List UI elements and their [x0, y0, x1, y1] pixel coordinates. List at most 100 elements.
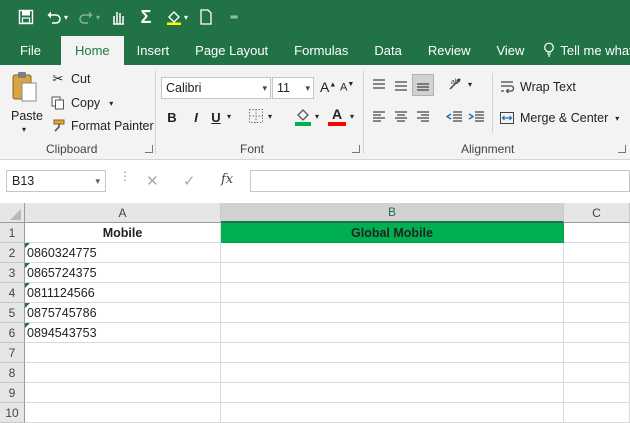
row-header[interactable]: 2 — [0, 243, 25, 263]
grow-font-icon[interactable]: A▲ — [320, 79, 336, 95]
cell-c9[interactable] — [564, 383, 630, 403]
tab-data[interactable]: Data — [361, 36, 414, 65]
align-bottom-icon[interactable] — [412, 74, 434, 96]
cell-b3[interactable] — [221, 263, 564, 283]
cell-a8[interactable] — [25, 363, 221, 383]
cell-a7[interactable] — [25, 343, 221, 363]
cell-b8[interactable] — [221, 363, 564, 383]
row-header[interactable]: 9 — [0, 383, 25, 403]
format-painter-button[interactable]: Format Painter — [50, 118, 154, 134]
bold-button[interactable]: B — [163, 110, 181, 125]
cell-a1[interactable]: Mobile — [25, 223, 221, 243]
copy-button[interactable]: Copy ▾ — [50, 95, 113, 111]
undo-dropdown-icon[interactable]: ▾ — [64, 13, 68, 22]
align-right-icon[interactable] — [415, 109, 431, 128]
tab-home[interactable]: Home — [60, 36, 124, 65]
row-header[interactable]: 4 — [0, 283, 25, 303]
cell-b2[interactable] — [221, 243, 564, 263]
increase-indent-icon[interactable] — [467, 109, 485, 128]
cell-c6[interactable] — [564, 323, 630, 343]
orientation-icon[interactable]: ab — [448, 75, 466, 96]
font-color-dropdown-icon[interactable]: ▾ — [350, 112, 354, 121]
decrease-indent-icon[interactable] — [445, 109, 463, 128]
cell-a3[interactable]: 0865724375 — [25, 263, 221, 283]
cell-b7[interactable] — [221, 343, 564, 363]
save-icon[interactable] — [14, 5, 38, 29]
font-color-button[interactable]: A — [328, 106, 346, 126]
font-size-select[interactable]: 11 ▾ — [272, 77, 314, 99]
row-header[interactable]: 6 — [0, 323, 25, 343]
tab-view[interactable]: View — [483, 36, 537, 65]
row-header[interactable]: 10 — [0, 403, 25, 423]
cell-c7[interactable] — [564, 343, 630, 363]
redo-dropdown-icon[interactable]: ▾ — [96, 13, 100, 22]
column-header-c[interactable]: C — [564, 203, 630, 223]
align-middle-icon[interactable] — [393, 77, 409, 96]
tab-review[interactable]: Review — [415, 36, 484, 65]
cell-a10[interactable] — [25, 403, 221, 423]
column-header-a[interactable]: A — [25, 203, 221, 223]
cell-b9[interactable] — [221, 383, 564, 403]
row-header[interactable]: 8 — [0, 363, 25, 383]
cell-c8[interactable] — [564, 363, 630, 383]
wrap-text-button[interactable]: Wrap Text — [499, 79, 576, 95]
cell-a9[interactable] — [25, 383, 221, 403]
customize-icon[interactable]: ═ — [222, 5, 246, 29]
cell-c5[interactable] — [564, 303, 630, 323]
new-file-icon[interactable] — [194, 5, 218, 29]
clipboard-launcher-icon[interactable] — [145, 145, 153, 153]
insert-function-icon[interactable]: fx — [221, 172, 233, 187]
tab-page-layout[interactable]: Page Layout — [182, 36, 281, 65]
cell-c3[interactable] — [564, 263, 630, 283]
row-header[interactable]: 3 — [0, 263, 25, 283]
tab-formulas[interactable]: Formulas — [281, 36, 361, 65]
tab-file[interactable]: File — [0, 36, 61, 65]
cell-c4[interactable] — [564, 283, 630, 303]
borders-dropdown-icon[interactable]: ▾ — [268, 112, 272, 121]
row-header[interactable]: 5 — [0, 303, 25, 323]
cell-a6[interactable]: 0894543753 — [25, 323, 221, 343]
undo-icon[interactable] — [42, 5, 66, 29]
cell-a4[interactable]: 0811124566 — [25, 283, 221, 303]
cell-b6[interactable] — [221, 323, 564, 343]
name-box[interactable]: B13 ▾ — [6, 170, 106, 192]
row-header[interactable]: 7 — [0, 343, 25, 363]
borders-icon[interactable] — [248, 108, 264, 127]
align-top-icon[interactable] — [371, 77, 387, 96]
fill-color-dropdown-icon[interactable]: ▾ — [184, 13, 188, 22]
cell-c1[interactable] — [564, 223, 630, 243]
fill-color-button[interactable] — [294, 107, 312, 130]
formula-input[interactable] — [250, 170, 630, 192]
fill-color-dropdown-icon[interactable]: ▾ — [315, 112, 319, 121]
cell-b10[interactable] — [221, 403, 564, 423]
tell-me-box[interactable]: Tell me what y — [537, 36, 630, 65]
alignment-launcher-icon[interactable] — [618, 145, 626, 153]
enter-icon[interactable]: ✓ — [183, 172, 196, 190]
tab-insert[interactable]: Insert — [124, 36, 183, 65]
column-header-b[interactable]: B — [221, 203, 564, 223]
fill-color-icon[interactable] — [162, 5, 186, 29]
cell-a2[interactable]: 0860324775 — [25, 243, 221, 263]
touch-mode-icon[interactable] — [106, 5, 130, 29]
cut-button[interactable]: ✂ Cut — [50, 71, 91, 87]
cell-b4[interactable] — [221, 283, 564, 303]
cell-b1[interactable]: Global Mobile — [221, 223, 564, 243]
italic-button[interactable]: I — [187, 110, 205, 125]
font-name-select[interactable]: Calibri ▾ — [161, 77, 271, 99]
cell-c2[interactable] — [564, 243, 630, 263]
row-header[interactable]: 1 — [0, 223, 25, 243]
align-center-icon[interactable] — [393, 109, 409, 128]
redo-icon[interactable] — [74, 5, 98, 29]
shrink-font-icon[interactable]: A▼ — [340, 81, 354, 94]
cell-a5[interactable]: 0875745786 — [25, 303, 221, 323]
cell-c10[interactable] — [564, 403, 630, 423]
select-all-corner[interactable] — [0, 203, 25, 223]
autosum-icon[interactable]: Σ — [134, 5, 158, 29]
font-launcher-icon[interactable] — [352, 145, 360, 153]
orientation-dropdown-icon[interactable]: ▾ — [468, 80, 472, 89]
underline-button[interactable]: U — [207, 110, 225, 125]
formula-bar-grip-icon[interactable]: ⋮ — [119, 170, 131, 182]
merge-center-button[interactable]: Merge & Center ▾ — [499, 110, 619, 126]
underline-dropdown-icon[interactable]: ▾ — [227, 112, 231, 121]
cell-b5[interactable] — [221, 303, 564, 323]
